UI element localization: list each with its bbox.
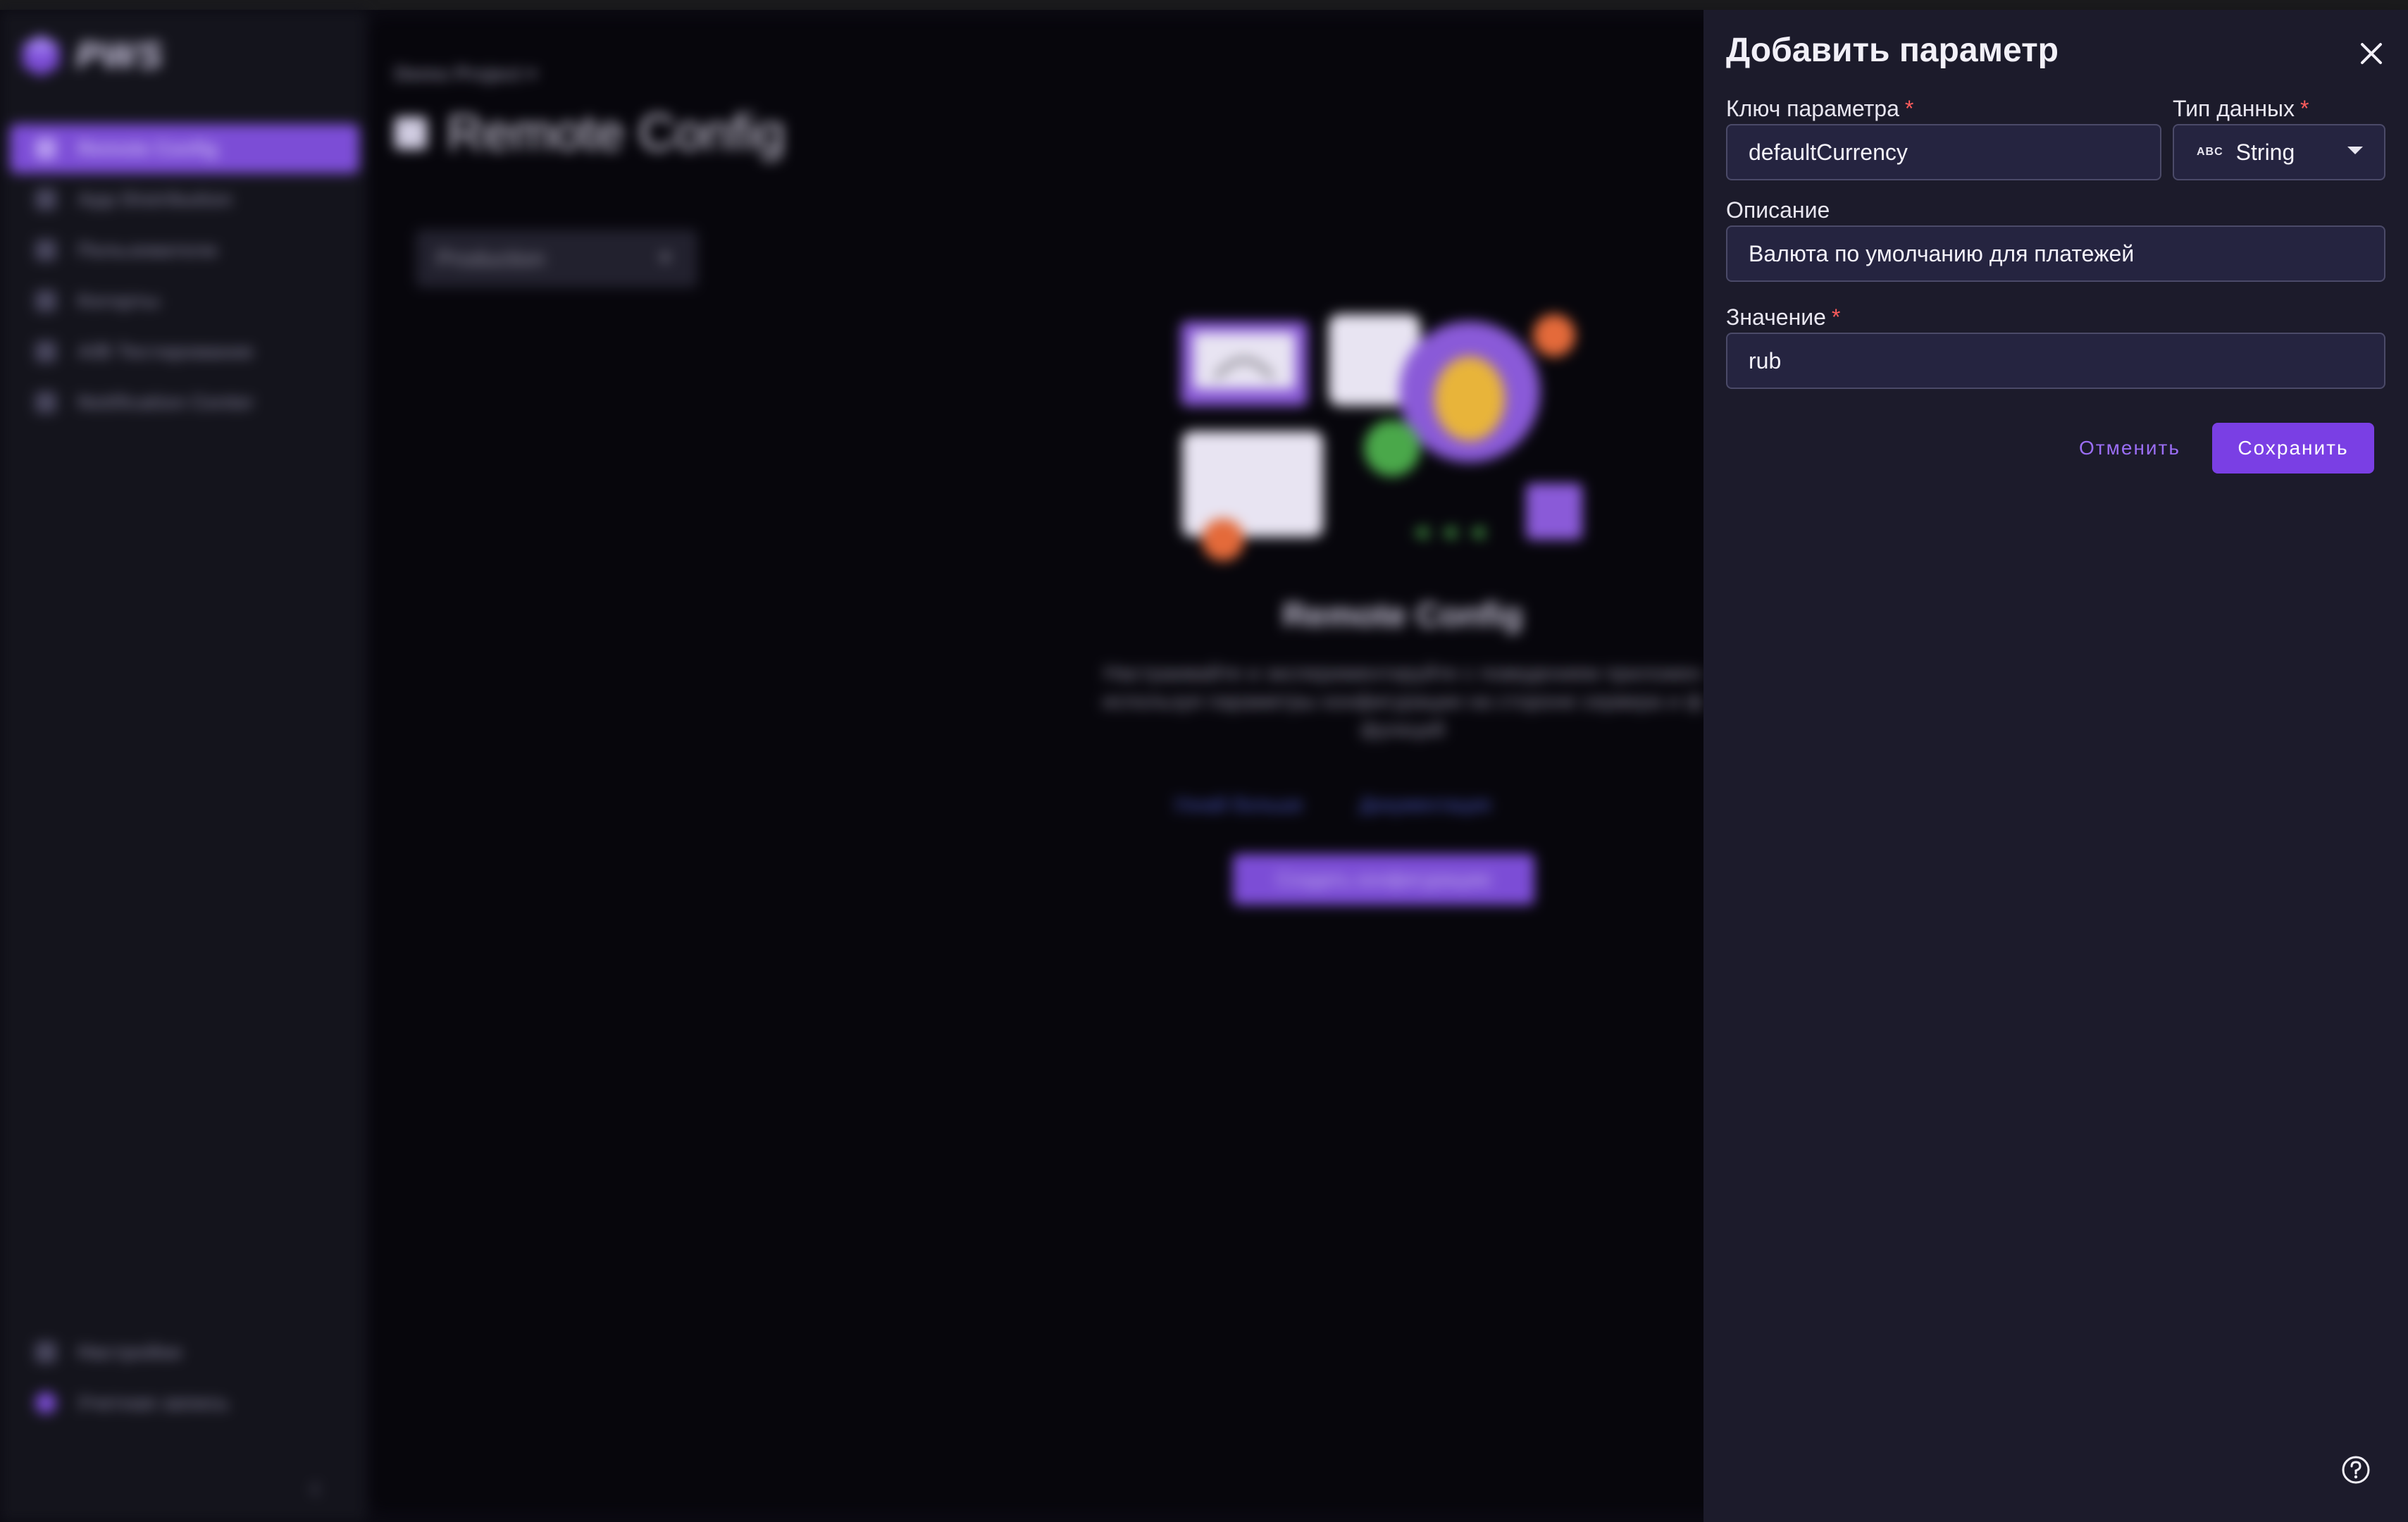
- parameter-key-input[interactable]: [1726, 124, 2161, 180]
- environment-select[interactable]: Production ▼: [416, 230, 697, 287]
- environment-value: Production: [437, 245, 545, 271]
- remote-config-icon: [35, 138, 56, 159]
- sidebar-nav: Remote Config App Distribution Пользоват…: [10, 124, 359, 428]
- type-label: Тип данных *: [2173, 96, 2309, 122]
- learn-more-link[interactable]: Узнай больше: [1174, 793, 1303, 816]
- logo: PWS: [21, 34, 163, 78]
- close-button[interactable]: [2352, 34, 2391, 73]
- empty-state-links: Узнай больше Документация: [1174, 793, 1491, 816]
- sidebar-item-ab-testing[interactable]: A/B Тестирование: [10, 327, 359, 376]
- value-label-text: Значение: [1726, 304, 1826, 330]
- help-icon[interactable]: [2340, 1454, 2371, 1485]
- close-icon: [2361, 43, 2382, 64]
- sidebar-item-users[interactable]: Пользователи: [10, 225, 359, 275]
- description-input[interactable]: [1726, 225, 2385, 282]
- sidebar: PWS Remote Config App Distribution Польз…: [0, 10, 366, 1522]
- page-header: Remote Config: [395, 104, 785, 162]
- empty-state-description: Настраивайте и экспериментируйте с повед…: [1005, 660, 1801, 744]
- sidebar-item-app-distribution[interactable]: App Distribution: [10, 175, 359, 224]
- create-config-button[interactable]: Создать конфигурацию: [1233, 854, 1534, 905]
- pws-logo-icon: [23, 35, 59, 76]
- save-button[interactable]: Сохранить: [2212, 423, 2374, 474]
- data-type-value: String: [2235, 139, 2295, 165]
- users-icon: [35, 240, 56, 261]
- chevron-down-icon: ▼: [657, 249, 674, 268]
- description-label: Описание: [1726, 197, 1830, 223]
- sidebar-item-label: Настройки: [77, 1341, 182, 1363]
- sidebar-item-label: Remote Config: [77, 137, 218, 159]
- cancel-button[interactable]: Отменить: [2035, 423, 2225, 474]
- sidebar-item-notification-center[interactable]: Notification Center: [10, 378, 359, 427]
- chevron-down-icon: [2347, 147, 2363, 154]
- sidebar-item-settings[interactable]: Настройки: [10, 1328, 359, 1377]
- cohorts-icon: [35, 290, 56, 311]
- remote-config-illustration-icon: [1181, 314, 1582, 561]
- dialog-title: Добавить параметр: [1726, 32, 2059, 69]
- sidebar-item-account[interactable]: Учетная запись: [10, 1378, 359, 1428]
- sidebar-bottom: Настройки Учетная запись: [10, 1328, 359, 1429]
- key-label: Ключ параметра *: [1726, 96, 1913, 122]
- sidebar-item-label: Учетная запись: [77, 1392, 230, 1413]
- remote-config-icon: [395, 117, 427, 149]
- data-type-select[interactable]: ABC String: [2173, 124, 2385, 180]
- sidebar-item-remote-config[interactable]: Remote Config: [10, 124, 359, 173]
- avatar: [35, 1392, 56, 1413]
- empty-state-title: Remote Config: [1282, 597, 1523, 634]
- description-line: Настраивайте и экспериментируйте с повед…: [1103, 662, 1702, 685]
- value-input[interactable]: [1726, 333, 2385, 389]
- sidebar-item-label: Notification Center: [77, 391, 254, 413]
- type-label-text: Тип данных: [2173, 96, 2295, 121]
- sidebar-item-label: App Distribution: [77, 188, 232, 210]
- send-icon: [35, 392, 56, 413]
- key-label-text: Ключ параметра: [1726, 96, 1899, 121]
- required-marker: *: [1904, 96, 1914, 121]
- description-line: функций: [1360, 718, 1445, 741]
- window-top-bar: [0, 0, 2408, 10]
- sidebar-item-cohorts[interactable]: Когорты: [10, 276, 359, 326]
- page-title: Remote Config: [447, 105, 786, 161]
- sidebar-item-label: Когорты: [77, 290, 160, 311]
- collapse-sidebar-icon[interactable]: ‹: [310, 1470, 321, 1505]
- gear-icon: [35, 1342, 56, 1363]
- sidebar-item-label: A/B Тестирование: [77, 340, 254, 362]
- flask-icon: [35, 341, 56, 362]
- documentation-link[interactable]: Документация: [1359, 793, 1490, 816]
- breadcrumb[interactable]: Demo Project ▾: [395, 62, 537, 85]
- app-distribution-icon: [35, 189, 56, 210]
- description-line: используя параметры конфигурации на стор…: [1102, 690, 1703, 713]
- required-marker: *: [1831, 304, 1841, 330]
- logo-text: PWS: [76, 35, 164, 76]
- abc-icon: ABC: [2197, 146, 2223, 158]
- sidebar-item-label: Пользователи: [77, 239, 218, 261]
- add-parameter-panel: Добавить параметр Ключ параметра* Тип да…: [1703, 10, 2408, 1522]
- value-label: Значение *: [1726, 304, 1840, 330]
- required-marker: *: [2300, 96, 2309, 121]
